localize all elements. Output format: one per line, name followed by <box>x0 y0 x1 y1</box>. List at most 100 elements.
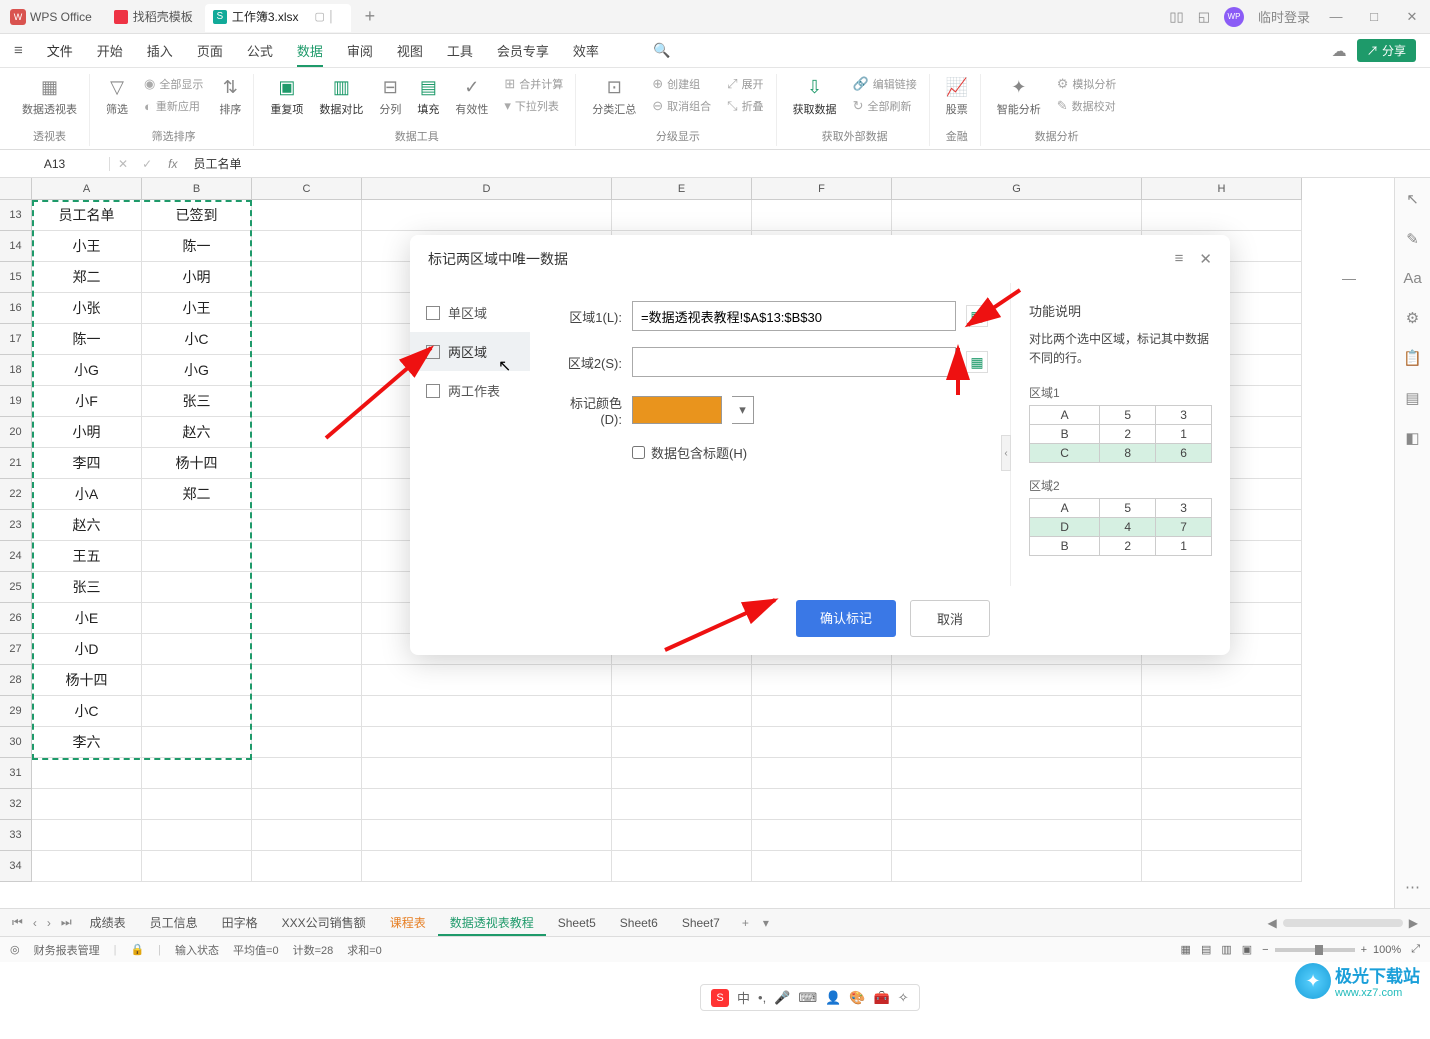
cell[interactable] <box>362 820 612 851</box>
region2-input[interactable] <box>632 347 956 377</box>
cell[interactable] <box>252 417 362 448</box>
menu-工具[interactable]: 工具 <box>447 44 473 59</box>
cell[interactable]: 小F <box>32 386 142 417</box>
menu-效率[interactable]: 效率 <box>573 44 599 59</box>
cell[interactable] <box>252 572 362 603</box>
row-header[interactable]: 20 <box>0 417 32 448</box>
cell[interactable] <box>252 789 362 820</box>
settings-icon[interactable]: ⚙ <box>1406 309 1419 327</box>
cell[interactable] <box>142 696 252 727</box>
select-all-corner[interactable] <box>0 178 32 200</box>
cell[interactable]: 小明 <box>32 417 142 448</box>
row-header[interactable]: 29 <box>0 696 32 727</box>
cell[interactable] <box>892 789 1142 820</box>
cell[interactable] <box>142 851 252 882</box>
col-header-B[interactable]: B <box>142 178 252 200</box>
cell[interactable] <box>32 789 142 820</box>
cell[interactable] <box>252 448 362 479</box>
menu-插入[interactable]: 插入 <box>147 44 173 59</box>
ime-punct-icon[interactable]: •, <box>758 990 766 1005</box>
new-tab-button[interactable]: + <box>357 4 383 30</box>
cell[interactable]: 赵六 <box>142 417 252 448</box>
row-header[interactable]: 33 <box>0 820 32 851</box>
file-menu[interactable]: 文件 <box>47 41 73 60</box>
ime-toolbar[interactable]: S 中 •, 🎤 ⌨ 👤 🎨 🧰 ✧ <box>700 984 920 1011</box>
cell[interactable]: 张三 <box>142 386 252 417</box>
row-header[interactable]: 34 <box>0 851 32 882</box>
cell[interactable] <box>892 665 1142 696</box>
menu-页面[interactable]: 页面 <box>197 44 223 59</box>
cell[interactable]: 王五 <box>32 541 142 572</box>
audit-button[interactable]: ✎数据校对 <box>1053 96 1121 116</box>
ime-voice-icon[interactable]: 🎤 <box>774 990 790 1006</box>
hscroll-right[interactable]: ▶ <box>1405 916 1422 930</box>
cell[interactable] <box>612 665 752 696</box>
cell[interactable]: 小C <box>142 324 252 355</box>
cell[interactable] <box>252 634 362 665</box>
stock-button[interactable]: 📈股票 <box>942 74 972 119</box>
filter-button[interactable]: ▽筛选 <box>102 74 132 119</box>
cell[interactable]: 已签到 <box>142 200 252 231</box>
region1-input[interactable] <box>632 301 956 331</box>
cell[interactable] <box>142 541 252 572</box>
cell[interactable] <box>362 758 612 789</box>
cell[interactable] <box>252 696 362 727</box>
cell[interactable] <box>32 820 142 851</box>
template-tab[interactable]: 找稻壳模板 <box>104 3 203 31</box>
cell[interactable] <box>252 510 362 541</box>
row-header[interactable]: 23 <box>0 510 32 541</box>
cell[interactable] <box>252 200 362 231</box>
row-header[interactable]: 17 <box>0 324 32 355</box>
cell[interactable]: 杨十四 <box>32 665 142 696</box>
col-header-H[interactable]: H <box>1142 178 1302 200</box>
cell[interactable] <box>142 665 252 696</box>
cell[interactable] <box>752 696 892 727</box>
region2-picker-icon[interactable]: ▦ <box>966 351 988 373</box>
reader-mode-icon[interactable]: ▯▯ <box>1169 9 1183 25</box>
row-header[interactable]: 19 <box>0 386 32 417</box>
sheet-list-icon[interactable]: ▾ <box>759 916 773 930</box>
dialog-side-0[interactable]: 单区域 <box>410 293 530 332</box>
ime-keyboard-icon[interactable]: ⌨ <box>798 990 817 1006</box>
cell[interactable] <box>892 696 1142 727</box>
cell[interactable] <box>252 479 362 510</box>
cell[interactable] <box>752 727 892 758</box>
zoom-out-button[interactable]: − <box>1262 944 1268 956</box>
workbook-tab[interactable]: S 工作簿3.xlsx ▢ │ <box>205 4 351 32</box>
cell[interactable] <box>612 851 752 882</box>
sheet-tab-Sheet7[interactable]: Sheet7 <box>670 912 732 934</box>
row-header[interactable]: 16 <box>0 293 32 324</box>
ungroup-button[interactable]: ⊖取消组合 <box>648 96 715 116</box>
dialog-side-2[interactable]: 两工作表 <box>410 371 530 410</box>
cell[interactable] <box>32 851 142 882</box>
cell[interactable] <box>1142 851 1302 882</box>
zoom-in-button[interactable]: + <box>1361 944 1367 956</box>
view-break-icon[interactable]: ▥ <box>1221 943 1231 956</box>
row-header[interactable]: 26 <box>0 603 32 634</box>
fullscreen-icon[interactable]: ⤢ <box>1411 943 1420 956</box>
cell[interactable] <box>612 727 752 758</box>
cell[interactable] <box>142 789 252 820</box>
cell[interactable] <box>252 293 362 324</box>
home-tab[interactable]: W WPS Office <box>6 3 102 31</box>
cell[interactable] <box>892 820 1142 851</box>
row-header[interactable]: 27 <box>0 634 32 665</box>
cell[interactable] <box>892 200 1142 231</box>
cell[interactable] <box>142 510 252 541</box>
cell[interactable] <box>1142 758 1302 789</box>
cell[interactable]: 小C <box>32 696 142 727</box>
cell[interactable]: 员工名单 <box>32 200 142 231</box>
dialog-side-1[interactable]: 两区域 <box>410 332 530 371</box>
ime-toolbox-icon[interactable]: 🧰 <box>874 990 890 1006</box>
row-header[interactable]: 15 <box>0 262 32 293</box>
hscroll-left[interactable]: ◀ <box>1264 916 1281 930</box>
cell[interactable]: 李四 <box>32 448 142 479</box>
showall-button[interactable]: ◉全部显示 <box>140 74 207 94</box>
cell[interactable] <box>252 324 362 355</box>
cell[interactable] <box>1142 200 1302 231</box>
cell[interactable] <box>252 851 362 882</box>
cell[interactable]: 陈一 <box>142 231 252 262</box>
cell[interactable] <box>252 727 362 758</box>
cell[interactable] <box>252 758 362 789</box>
tab-pin-icon[interactable]: ▢ │ <box>315 10 335 23</box>
